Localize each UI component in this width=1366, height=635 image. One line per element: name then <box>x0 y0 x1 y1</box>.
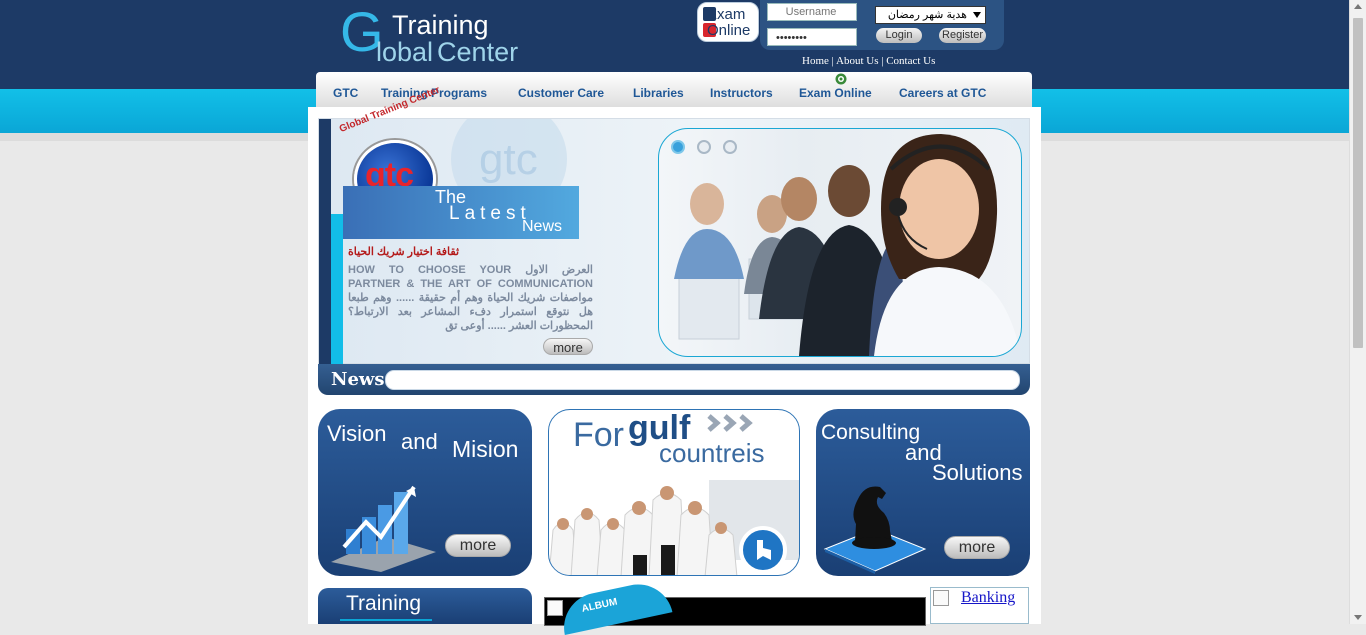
language-select[interactable]: هدية شهر رمضان <box>875 6 986 24</box>
vision-title: Vision <box>327 421 387 446</box>
online-label: Online <box>707 22 751 39</box>
svg-text:gtc: gtc <box>479 135 538 184</box>
nav-instructors[interactable]: Instructors <box>710 86 773 100</box>
latest-news-banner: The Latest News <box>343 186 579 239</box>
logo-global-center: lobal Center <box>376 37 519 67</box>
ticker-label: News <box>331 369 385 390</box>
language-select-value: هدية شهر رمضان <box>887 9 967 21</box>
growth-chart-icon <box>331 485 436 572</box>
album-label: ALBUM <box>580 596 619 615</box>
contact-link[interactable]: Contact Us <box>886 55 935 67</box>
login-button[interactable]: Login <box>876 28 922 43</box>
gulf-for: For <box>573 416 624 454</box>
link-separator: | <box>881 55 884 67</box>
training-banner[interactable]: Training <box>318 588 532 624</box>
vision-card[interactable]: Vision and Mision more <box>318 409 532 576</box>
chess-knight-icon <box>823 486 927 574</box>
slide-dot-3[interactable] <box>723 140 737 154</box>
broken-image-icon <box>547 600 563 616</box>
chevrons-icon <box>707 414 753 432</box>
exam-label: Exam <box>707 6 746 23</box>
banking-image-link[interactable]: Banking <box>930 587 1029 624</box>
vision-mision: Mision <box>452 436 519 462</box>
page-scrollbar[interactable] <box>1349 0 1366 624</box>
slide-dot-1[interactable] <box>671 140 685 154</box>
banking-link[interactable]: Banking <box>961 589 1015 607</box>
gtc-logo[interactable]: G Training lobal Center <box>340 4 580 68</box>
call-center-photo-icon <box>674 134 1021 356</box>
nav-careers[interactable]: Careers at GTC <box>899 86 986 100</box>
link-separator: | <box>831 55 834 67</box>
latest-latest: Latest <box>449 203 531 224</box>
consulting-solutions: Solutions <box>932 460 1023 485</box>
consulting-more-button[interactable]: more <box>944 536 1010 559</box>
username-input[interactable] <box>767 3 857 21</box>
hero-left-accent <box>331 214 343 365</box>
hero-left-bar <box>319 119 331 365</box>
scrollbar-thumb[interactable] <box>1353 18 1363 348</box>
register-button[interactable]: Register <box>939 28 986 43</box>
gulf-group-photo-icon <box>549 480 799 575</box>
nav-exam-online[interactable]: Exam Online <box>799 86 872 100</box>
top-links: Home | About Us | Contact Us <box>802 55 935 67</box>
news-more-button[interactable]: more <box>543 338 593 355</box>
scroll-up-icon[interactable] <box>1354 4 1362 9</box>
news-excerpt: العرض الاول HOW TO CHOOSE YOUR PARTNER &… <box>348 264 593 332</box>
ticker-content[interactable] <box>385 370 1020 390</box>
home-link[interactable]: Home <box>802 55 829 67</box>
nav-gtc[interactable]: GTC <box>333 86 358 100</box>
news-headline[interactable]: ثقافة اختيار شريك الحياة <box>348 245 593 258</box>
hero-call-center-image <box>658 128 1022 357</box>
training-label: Training <box>346 592 422 615</box>
gulf-countries-card[interactable]: For gulf countreis <box>548 409 800 576</box>
exam-online-badge[interactable]: Exam Online <box>697 2 759 42</box>
new-badge-icon <box>835 73 847 85</box>
scroll-down-icon[interactable] <box>1354 615 1362 620</box>
vision-more-button[interactable]: more <box>445 534 511 557</box>
password-input[interactable]: •••••••• <box>767 28 857 46</box>
about-link[interactable]: About Us <box>836 55 878 67</box>
slide-dot-2[interactable] <box>697 140 711 154</box>
latest-news: News <box>522 218 563 235</box>
broken-image-icon <box>933 590 949 606</box>
nav-libraries[interactable]: Libraries <box>633 86 684 100</box>
nav-customer-care[interactable]: Customer Care <box>518 86 604 100</box>
chevron-down-icon <box>973 12 981 18</box>
training-underline <box>340 619 432 621</box>
vision-and: and <box>401 429 438 454</box>
consulting-card[interactable]: Consulting and Solutions more <box>816 409 1030 576</box>
news-ticker: News <box>318 364 1030 395</box>
